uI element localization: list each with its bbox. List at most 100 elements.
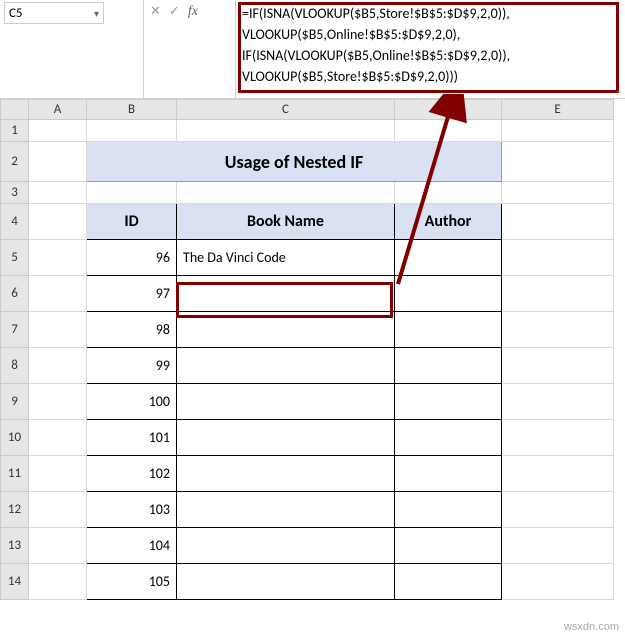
spreadsheet-grid: A B C D E 1 2 Usage of Nested IF 3 4 ID … <box>0 99 625 600</box>
row-header-5[interactable]: 5 <box>1 240 29 276</box>
cell[interactable] <box>502 240 614 276</box>
cell[interactable] <box>502 312 614 348</box>
cell-author[interactable] <box>395 456 502 492</box>
cell[interactable] <box>395 120 502 142</box>
header-id[interactable]: ID <box>87 204 177 240</box>
cell[interactable] <box>502 348 614 384</box>
cell[interactable] <box>502 276 614 312</box>
row-header-8[interactable]: 8 <box>1 348 29 384</box>
row-header-2[interactable]: 2 <box>1 142 29 182</box>
col-header-a[interactable]: A <box>29 100 87 120</box>
cell-id[interactable]: 98 <box>87 312 177 348</box>
cell-id[interactable]: 102 <box>87 456 177 492</box>
cell[interactable] <box>502 142 614 182</box>
cell[interactable] <box>29 142 87 182</box>
header-book-name[interactable]: Book Name <box>177 204 395 240</box>
cell-book[interactable] <box>177 420 395 456</box>
formula-input-wrap: =IF(ISNA(VLOOKUP($B5,Store!$B$5:$D$9,2,0… <box>236 0 625 98</box>
row-header-10[interactable]: 10 <box>1 420 29 456</box>
cell-author[interactable] <box>395 276 502 312</box>
cell-book[interactable] <box>177 312 395 348</box>
cell[interactable] <box>29 492 87 528</box>
watermark: wsxdn.com <box>564 621 619 633</box>
cell[interactable] <box>502 182 614 204</box>
cell[interactable] <box>502 204 614 240</box>
row-header-9[interactable]: 9 <box>1 384 29 420</box>
col-header-e[interactable]: E <box>502 100 614 120</box>
cell[interactable] <box>29 204 87 240</box>
row-header-12[interactable]: 12 <box>1 492 29 528</box>
cell-id[interactable]: 96 <box>87 240 177 276</box>
cell[interactable] <box>502 528 614 564</box>
cancel-icon[interactable]: ✕ <box>150 4 161 19</box>
row-header-1[interactable]: 1 <box>1 120 29 142</box>
select-all-corner[interactable] <box>1 100 29 120</box>
row-header-4[interactable]: 4 <box>1 204 29 240</box>
cell-author[interactable] <box>395 384 502 420</box>
cell-book[interactable] <box>177 456 395 492</box>
cell[interactable] <box>502 384 614 420</box>
cell-book[interactable] <box>177 564 395 600</box>
cell[interactable] <box>29 348 87 384</box>
cell[interactable] <box>87 182 177 204</box>
expand-chevron-icon[interactable]: ⌄ <box>615 83 623 96</box>
fx-icon[interactable]: fx <box>188 4 198 20</box>
cell[interactable] <box>29 182 87 204</box>
cell[interactable] <box>29 312 87 348</box>
cell-id[interactable]: 105 <box>87 564 177 600</box>
row-header-6[interactable]: 6 <box>1 276 29 312</box>
cell[interactable] <box>502 120 614 142</box>
cell-book[interactable] <box>177 492 395 528</box>
cell-author[interactable] <box>395 564 502 600</box>
cell[interactable] <box>502 564 614 600</box>
cell[interactable] <box>29 120 87 142</box>
cell-author[interactable] <box>395 312 502 348</box>
cell[interactable] <box>29 528 87 564</box>
row-header-13[interactable]: 13 <box>1 528 29 564</box>
cell[interactable] <box>502 492 614 528</box>
confirm-icon[interactable]: ✓ <box>169 4 180 19</box>
formula-input[interactable]: =IF(ISNA(VLOOKUP($B5,Store!$B$5:$D$9,2,0… <box>242 3 619 95</box>
cell-author[interactable] <box>395 528 502 564</box>
col-header-b[interactable]: B <box>87 100 177 120</box>
row-header-3[interactable]: 3 <box>1 182 29 204</box>
cell-id[interactable]: 101 <box>87 420 177 456</box>
cell-author[interactable] <box>395 492 502 528</box>
cell-id[interactable]: 99 <box>87 348 177 384</box>
cell-author[interactable] <box>395 240 502 276</box>
name-box[interactable]: C5 ▾ <box>4 2 104 24</box>
cell[interactable] <box>177 120 395 142</box>
cell[interactable] <box>395 182 502 204</box>
chevron-down-icon[interactable]: ▾ <box>94 7 99 20</box>
cell[interactable] <box>87 120 177 142</box>
cell-author[interactable] <box>395 348 502 384</box>
cell[interactable] <box>29 240 87 276</box>
title-cell[interactable]: Usage of Nested IF <box>87 142 502 182</box>
cell-id[interactable]: 103 <box>87 492 177 528</box>
col-header-c[interactable]: C <box>177 100 395 120</box>
cell-book[interactable]: The Da Vinci Code <box>177 240 395 276</box>
cell[interactable] <box>177 182 395 204</box>
row-header-14[interactable]: 14 <box>1 564 29 600</box>
col-header-d[interactable]: D <box>395 100 502 120</box>
name-box-value: C5 <box>9 6 23 21</box>
cell-id[interactable]: 104 <box>87 528 177 564</box>
cell-id[interactable]: 100 <box>87 384 177 420</box>
cell-book[interactable] <box>177 348 395 384</box>
cell-id[interactable]: 97 <box>87 276 177 312</box>
row-header-11[interactable]: 11 <box>1 456 29 492</box>
cell[interactable] <box>29 420 87 456</box>
cell-book[interactable] <box>177 384 395 420</box>
row-header-7[interactable]: 7 <box>1 312 29 348</box>
cell[interactable] <box>29 564 87 600</box>
cell-author[interactable] <box>395 420 502 456</box>
cell[interactable] <box>502 420 614 456</box>
cell-book[interactable] <box>177 276 395 312</box>
cell[interactable] <box>29 456 87 492</box>
grid-table[interactable]: A B C D E 1 2 Usage of Nested IF 3 4 ID … <box>0 99 614 600</box>
cell[interactable] <box>29 384 87 420</box>
cell-book[interactable] <box>177 528 395 564</box>
cell[interactable] <box>502 456 614 492</box>
header-author[interactable]: Author <box>395 204 502 240</box>
cell[interactable] <box>29 276 87 312</box>
